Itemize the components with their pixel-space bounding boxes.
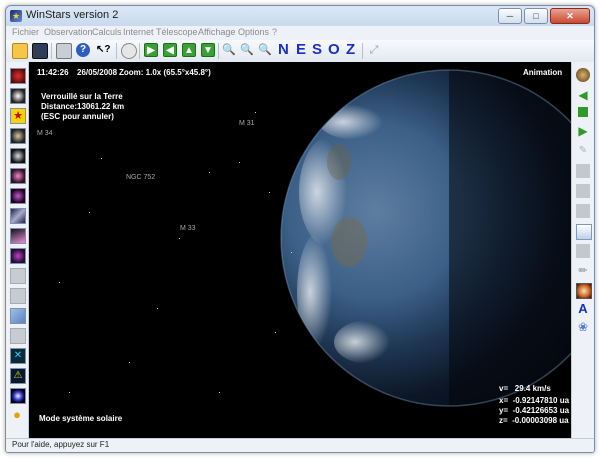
sky-object-label[interactable]: M 34 bbox=[37, 130, 53, 137]
status-text: Pour l'aide, appuyez sur F1 bbox=[12, 440, 110, 449]
zoom-in-icon[interactable]: 🔍 bbox=[222, 43, 236, 57]
arrow-left-icon[interactable]: ◀ bbox=[163, 43, 177, 57]
arrow-right-icon[interactable]: ▶ bbox=[144, 43, 158, 57]
telescope-icon[interactable]: ✎ bbox=[576, 144, 590, 158]
direction-south-button[interactable]: S bbox=[312, 41, 322, 58]
settings-gear-icon[interactable] bbox=[576, 68, 590, 82]
zoom-reset-icon[interactable]: 🔍 bbox=[258, 43, 272, 57]
date-readout: 26/05/2008 bbox=[77, 68, 118, 77]
planets-icon[interactable] bbox=[10, 68, 26, 84]
arrow-down-icon[interactable]: ▼ bbox=[201, 43, 215, 57]
nebula-icon[interactable] bbox=[10, 168, 26, 184]
velocity-readout: v= 29.4 km/s bbox=[499, 384, 551, 393]
ecliptic-icon[interactable] bbox=[10, 388, 26, 404]
zoom-readout: Zoom: 1.0x (65.5°x45.8°) bbox=[119, 68, 211, 77]
zoom-out-icon[interactable]: 🔍 bbox=[240, 43, 254, 57]
horizon-toggle-icon[interactable] bbox=[10, 308, 26, 324]
context-help-icon[interactable]: ↖? bbox=[96, 43, 111, 57]
document-icon[interactable] bbox=[576, 224, 592, 240]
play-forward-icon[interactable]: ▶ bbox=[576, 124, 590, 138]
arrow-up-icon[interactable]: ▲ bbox=[182, 43, 196, 57]
comet-icon[interactable] bbox=[10, 228, 26, 244]
play-backward-icon[interactable]: ◀ bbox=[576, 88, 590, 102]
menu-bar: Fichier Observation Calculs Internet Tél… bbox=[6, 26, 594, 40]
pen-icon[interactable]: ✏ bbox=[576, 264, 590, 278]
y-coordinate-readout: y= -0.42126653 ua bbox=[499, 406, 570, 415]
disabled-tool-1-icon[interactable] bbox=[10, 268, 26, 284]
cluster-icon[interactable] bbox=[10, 148, 26, 164]
galaxy-icon[interactable] bbox=[10, 128, 26, 144]
stars-icon[interactable] bbox=[10, 88, 26, 104]
lightbulb-icon[interactable]: ● bbox=[10, 408, 24, 422]
coordinate-grid-icon[interactable]: ⚠ bbox=[10, 368, 26, 384]
menu-observation[interactable]: Observation bbox=[44, 27, 93, 37]
status-bar: Pour l'aide, appuyez sur F1 bbox=[6, 438, 594, 452]
time-readout: 11:42:26 bbox=[37, 68, 69, 77]
x-coordinate-readout: x= -0.92147810 ua bbox=[499, 396, 570, 405]
deep-sky-icon[interactable] bbox=[10, 248, 26, 264]
animation-label: Animation bbox=[523, 68, 563, 77]
menu-affichage[interactable]: Affichage bbox=[198, 27, 235, 37]
disabled-right-1-icon[interactable] bbox=[576, 164, 590, 178]
disabled-right-2-icon[interactable] bbox=[576, 184, 590, 198]
direction-west-button[interactable]: O bbox=[328, 41, 340, 58]
right-toolbar: ◀ ▶ ✎ ✏ A ❀ bbox=[571, 62, 594, 438]
fullscreen-icon[interactable]: ⤢ bbox=[367, 43, 381, 57]
milky-way-icon[interactable] bbox=[10, 208, 26, 224]
direction-north-button[interactable]: N bbox=[278, 41, 289, 58]
disabled-right-3-icon[interactable] bbox=[576, 204, 590, 218]
disabled-right-4-icon[interactable] bbox=[576, 244, 590, 258]
title-bar[interactable]: WinStars version 2 ─ □ ✕ bbox=[6, 6, 594, 26]
star-highlight-icon[interactable]: ★ bbox=[10, 108, 26, 124]
minimize-button[interactable]: ─ bbox=[498, 8, 522, 24]
app-window: WinStars version 2 ─ □ ✕ Fichier Observa… bbox=[5, 5, 595, 453]
lock-distance-label: Distance:13061.22 km bbox=[41, 102, 125, 111]
winstars-app-icon[interactable] bbox=[10, 10, 22, 22]
disabled-tool-3-icon[interactable] bbox=[10, 328, 26, 344]
menu-options[interactable]: Options bbox=[238, 27, 269, 37]
menu-help[interactable]: ? bbox=[272, 27, 277, 37]
solar-system-mode-label: Mode système solaire bbox=[39, 414, 123, 423]
menu-fichier[interactable]: Fichier bbox=[12, 27, 39, 37]
nebula-2-icon[interactable] bbox=[10, 188, 26, 204]
sky-object-label[interactable]: NGC 752 bbox=[126, 174, 155, 181]
main-toolbar: ? ↖? ▶ ◀ ▲ ▼ 🔍 🔍 🔍 N E S O Z ⤢ bbox=[6, 40, 594, 63]
sun-icon[interactable] bbox=[576, 283, 592, 299]
font-icon[interactable]: A bbox=[576, 302, 590, 316]
sky-object-label[interactable]: M 33 bbox=[180, 225, 196, 232]
sky-view[interactable]: 11:42:26 26/05/2008 Zoom: 1.0x (65.5°x45… bbox=[29, 62, 571, 438]
direction-east-button[interactable]: E bbox=[296, 41, 306, 58]
menu-calculs[interactable]: Calculs bbox=[92, 27, 122, 37]
menu-telescope[interactable]: Télescope bbox=[156, 27, 198, 37]
menu-internet[interactable]: Internet bbox=[123, 27, 154, 37]
stop-icon[interactable] bbox=[578, 107, 588, 117]
flower-icon[interactable]: ❀ bbox=[576, 320, 590, 334]
lock-cancel-hint: (ESC pour annuler) bbox=[41, 112, 114, 121]
close-button[interactable]: ✕ bbox=[550, 8, 590, 24]
window-title: WinStars version 2 bbox=[26, 9, 119, 21]
save-disk-icon[interactable] bbox=[32, 43, 48, 59]
disabled-tool-2-icon[interactable] bbox=[10, 288, 26, 304]
lock-target-label: Verrouillé sur la Terre bbox=[41, 92, 123, 101]
print-icon[interactable] bbox=[56, 43, 72, 59]
clock-icon[interactable] bbox=[121, 43, 137, 59]
constellation-lines-icon[interactable]: ✕ bbox=[10, 348, 26, 364]
sky-object-label[interactable]: M 31 bbox=[239, 120, 255, 127]
z-coordinate-readout: z= -0.00003098 ua bbox=[499, 416, 569, 425]
open-folder-icon[interactable] bbox=[12, 43, 28, 59]
left-object-toolbar: ★ ✕ ⚠ ● bbox=[6, 62, 29, 438]
help-icon[interactable]: ? bbox=[76, 43, 90, 57]
maximize-button[interactable]: □ bbox=[524, 8, 548, 24]
direction-zenith-button[interactable]: Z bbox=[346, 41, 355, 58]
